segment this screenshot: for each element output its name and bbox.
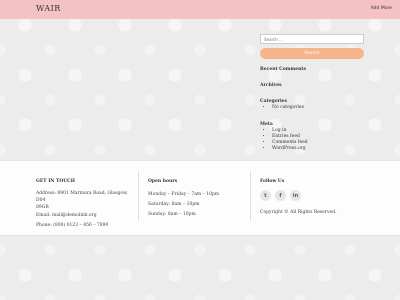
recent-comments-title: Recent Comments [260, 67, 306, 72]
contact-address-line1: Address: 8901 Marmora Road, Glasgow, D04 [36, 191, 128, 203]
twitter-icon[interactable]: t [260, 190, 271, 201]
categories-title: Categories [260, 99, 288, 104]
meta-widget: Meta Log in Entries feed Comments feed W… [260, 122, 370, 152]
footer-hours: Open hours Monday – Friday – 7am – 10pm … [148, 179, 248, 220]
footer-follow: Follow Us t f in Copyright © All Rights … [260, 179, 370, 215]
facebook-icon[interactable]: f [275, 190, 286, 201]
contact-phone: Phone: (800) 0123 – 456 – 7890 [36, 223, 109, 228]
recent-comments-widget: Recent Comments [260, 67, 370, 72]
meta-list: Log in Entries feed Comments feed WordPr… [272, 128, 370, 152]
hours-weekdays: Monday – Friday – 7am – 10pm [148, 192, 220, 197]
site-footer: GET IN TOUCH Address: 8901 Marmora Road,… [0, 160, 400, 236]
social-links: t f in [260, 190, 370, 201]
category-item: No categories [272, 105, 370, 111]
search-button[interactable]: Search [260, 48, 364, 59]
follow-title: Follow Us [260, 179, 285, 184]
contact-address: Address: 8901 Marmora Road, Glasgow, D04… [36, 190, 136, 211]
sidebar-search: Search [260, 34, 364, 59]
archives-widget: Archives [260, 83, 370, 88]
header-add-more-link[interactable]: Add More [371, 6, 392, 11]
linkedin-icon[interactable]: in [290, 190, 301, 201]
search-input[interactable] [260, 34, 364, 44]
footer-divider [250, 171, 251, 221]
site-header: WAIR Add More [0, 0, 400, 19]
footer-contact: GET IN TOUCH Address: 8901 Marmora Road,… [36, 179, 136, 231]
contact-title: GET IN TOUCH [36, 179, 75, 184]
contact-email[interactable]: Email: mail@demolink.org [36, 211, 136, 221]
hours-saturday: Saturday: 8am – 10pm [148, 202, 200, 207]
hours-title: Open hours [148, 179, 178, 184]
copyright-text: Copyright © All Rights Reserved. [260, 210, 337, 215]
meta-title: Meta [260, 122, 273, 127]
site-logo[interactable]: WAIR [36, 4, 61, 13]
meta-wordpress-link[interactable]: WordPress.org [272, 146, 370, 152]
archives-title: Archives [260, 83, 282, 88]
categories-widget: Categories No categories [260, 99, 370, 111]
categories-list: No categories [272, 105, 370, 111]
contact-address-line2: 89GR [36, 205, 49, 210]
hours-sunday: Sunday: 8am – 10pm [148, 212, 196, 217]
footer-divider [138, 171, 139, 221]
